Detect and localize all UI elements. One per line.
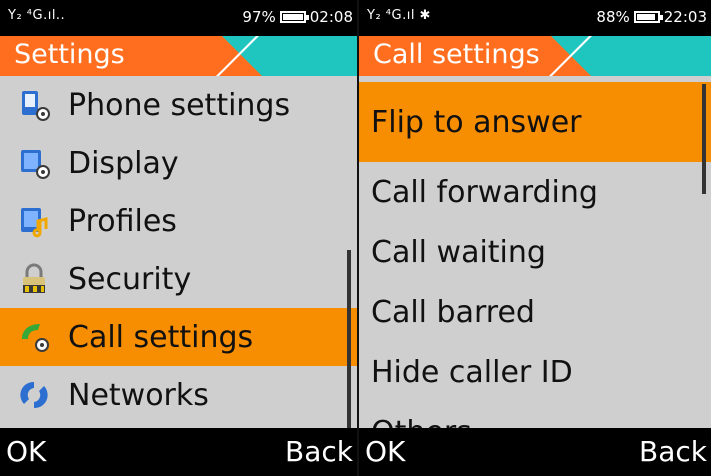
phone-settings-icon — [22, 91, 50, 121]
menu-item-call-waiting[interactable]: Call waiting — [359, 222, 711, 282]
title-bar: Settings — [0, 36, 357, 76]
clock: 22:03 — [663, 8, 707, 26]
menu-item-label: Security — [68, 261, 192, 297]
menu-item-flip-to-answer[interactable]: Flip to answer — [359, 82, 711, 162]
page-title: Settings — [14, 39, 125, 70]
networks-icon — [20, 381, 48, 409]
menu-item-label: Hide caller ID — [371, 354, 573, 390]
clock: 02:08 — [309, 8, 353, 26]
menu-item-call-barred[interactable]: Call barred — [359, 282, 711, 342]
menu-item-call-settings[interactable]: Call settings — [0, 308, 357, 366]
settings-screen: Y₂ ⁴G.ıl.. 97% 02:08 Settings Phone sett… — [0, 0, 357, 476]
back-softkey[interactable]: Back — [285, 435, 353, 468]
softkey-bar: OK Back — [359, 428, 711, 476]
menu-item-hide-caller-id[interactable]: Hide caller ID — [359, 342, 711, 402]
menu-item-label: Display — [68, 145, 179, 181]
menu-item-label: Networks — [68, 377, 209, 413]
menu-item-display[interactable]: Display — [0, 134, 357, 192]
menu-item-label: Profiles — [68, 203, 177, 239]
status-bar: Y₂ ⁴G.ıl.. 97% 02:08 — [0, 0, 357, 36]
title-bar: Call settings — [359, 36, 711, 76]
call-settings-screen: Y₂ ⁴G.ıl ✱ 88% 22:03 Call settings Flip … — [357, 0, 711, 476]
ok-softkey[interactable]: OK — [6, 435, 46, 468]
menu-item-networks[interactable]: Networks — [0, 366, 357, 424]
menu-item-label: Call settings — [68, 319, 254, 355]
menu-item-phone-settings[interactable]: Phone settings — [0, 76, 357, 134]
battery-percent: 88% — [596, 8, 630, 26]
ok-softkey[interactable]: OK — [365, 435, 405, 468]
softkey-bar: OK Back — [0, 428, 357, 476]
menu-item-label: Call waiting — [371, 234, 546, 270]
menu-item-label: Phone settings — [68, 87, 291, 123]
lock-icon — [23, 263, 45, 293]
menu-item-security[interactable]: Security — [0, 250, 357, 308]
menu-item-profiles[interactable]: Profiles — [0, 192, 357, 250]
scrollbar[interactable] — [347, 250, 351, 428]
signal-indicator: Y₂ ⁴G.ıl ✱ — [367, 8, 431, 23]
dual-screenshot: Y₂ ⁴G.ıl.. 97% 02:08 Settings Phone sett… — [0, 0, 711, 476]
battery-icon — [279, 11, 309, 23]
back-softkey[interactable]: Back — [639, 435, 707, 468]
display-icon — [21, 150, 50, 179]
battery-icon — [633, 11, 663, 23]
menu-item-label: Call barred — [371, 294, 535, 330]
call-settings-icon — [22, 324, 49, 352]
menu-item-label: Flip to answer — [371, 104, 582, 140]
scrollbar[interactable] — [702, 84, 706, 194]
status-bar: Y₂ ⁴G.ıl ✱ 88% 22:03 — [359, 0, 711, 36]
menu-item-label: Call forwarding — [371, 174, 598, 210]
battery-percent: 97% — [242, 8, 276, 26]
page-title: Call settings — [373, 39, 540, 70]
menu-item-call-forwarding[interactable]: Call forwarding — [359, 162, 711, 222]
signal-indicator: Y₂ ⁴G.ıl.. — [8, 8, 66, 23]
profiles-icon — [21, 208, 48, 238]
